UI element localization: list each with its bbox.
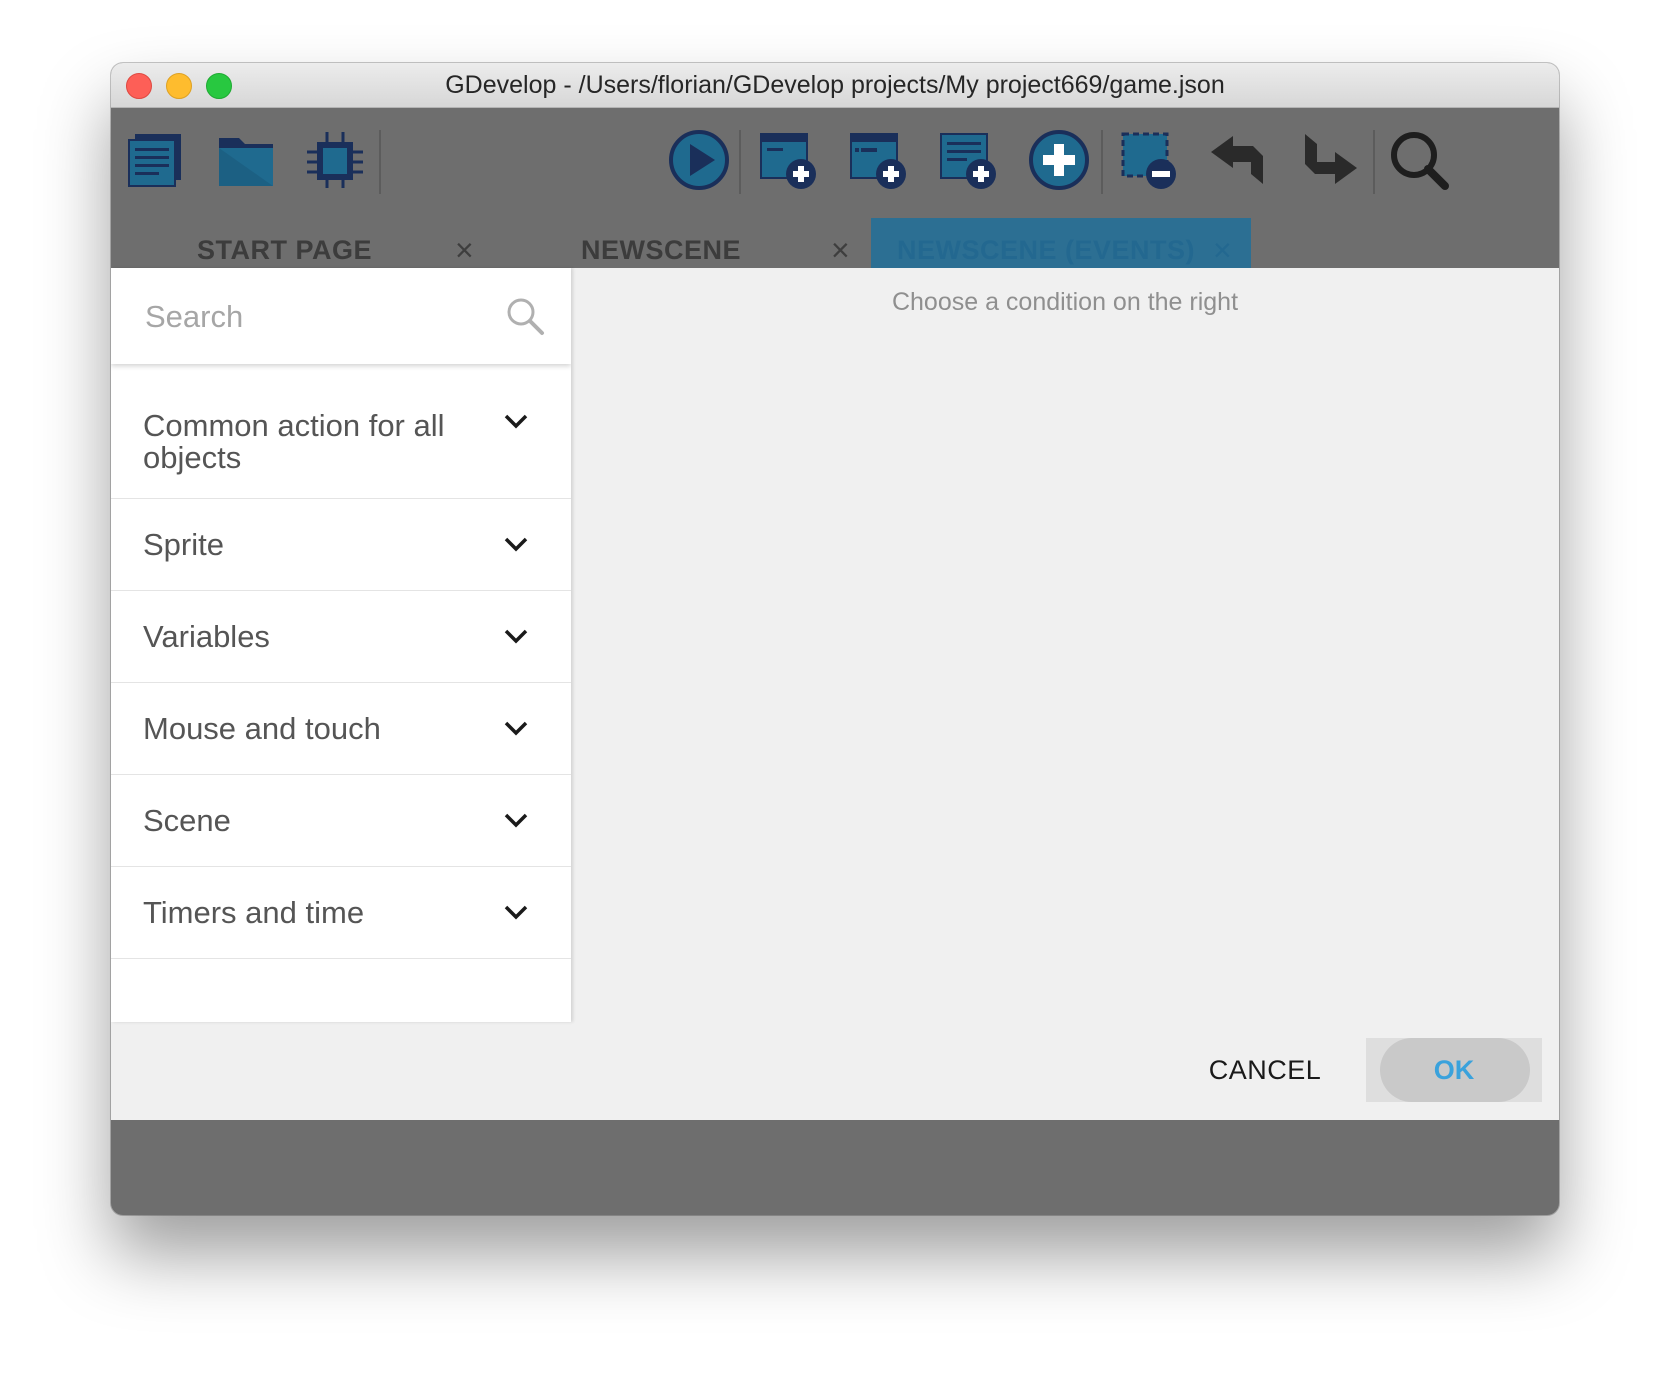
chevron-down-icon: [504, 537, 528, 552]
cancel-button[interactable]: CANCEL: [1201, 1038, 1329, 1102]
category-label: Sprite: [143, 527, 224, 562]
toolbar-separator: [379, 130, 381, 194]
category-sprite[interactable]: Sprite: [111, 499, 571, 591]
category-variables[interactable]: Variables: [111, 591, 571, 683]
ok-button[interactable]: OK: [1366, 1038, 1542, 1102]
toolbar-separator: [1373, 130, 1375, 194]
search-input[interactable]: [143, 292, 497, 342]
preview-play-icon[interactable]: [667, 128, 731, 192]
category-label: Variables: [143, 619, 270, 654]
tab-label: START PAGE: [197, 235, 373, 265]
delete-selection-icon[interactable]: [1117, 128, 1181, 192]
chevron-down-icon: [504, 813, 528, 828]
add-event-icon[interactable]: [757, 128, 821, 192]
category-common-action[interactable]: Common action for all objects: [111, 364, 571, 499]
chevron-down-icon: [504, 905, 528, 920]
project-manager-icon[interactable]: [125, 128, 189, 192]
editor-tabs: START PAGE × NEWSCENE × NEWSCENE (EVENTS…: [111, 218, 1559, 268]
category-timers-and-time[interactable]: Timers and time: [111, 867, 571, 959]
add-sub-event-icon[interactable]: [847, 128, 911, 192]
add-instruction-icon[interactable]: [1027, 128, 1091, 192]
search-box: [111, 268, 571, 364]
open-folder-icon[interactable]: [215, 128, 279, 192]
search-icon[interactable]: [505, 296, 545, 336]
category-mouse-and-touch[interactable]: Mouse and touch: [111, 683, 571, 775]
chevron-down-icon: [504, 629, 528, 644]
undo-icon[interactable]: [1207, 128, 1271, 192]
toolbar-separator: [739, 130, 741, 194]
category-list: Common action for all objects Sprite Var…: [111, 364, 571, 959]
add-comment-icon[interactable]: [937, 128, 1001, 192]
app-window: GDevelop - /Users/florian/GDevelop proje…: [111, 63, 1559, 1215]
tab-close-icon[interactable]: ×: [455, 218, 474, 268]
chevron-down-icon: [504, 414, 528, 429]
ok-button-label: OK: [1433, 1054, 1475, 1085]
tab-newscene-events[interactable]: NEWSCENE (EVENTS) ×: [871, 218, 1251, 268]
condition-dialog: Common action for all objects Sprite Var…: [111, 268, 1559, 1120]
title-bar: GDevelop - /Users/florian/GDevelop proje…: [111, 63, 1559, 108]
tab-label: NEWSCENE (EVENTS): [897, 235, 1196, 265]
tab-close-icon[interactable]: ×: [1213, 218, 1232, 268]
window-title: GDevelop - /Users/florian/GDevelop proje…: [445, 71, 1225, 99]
search-icon[interactable]: [1387, 128, 1451, 192]
category-label: Scene: [143, 803, 231, 838]
tab-close-icon[interactable]: ×: [831, 218, 850, 268]
tab-label: NEWSCENE: [581, 235, 742, 265]
empty-state-hint: Choose a condition on the right: [891, 288, 1239, 316]
chevron-down-icon: [504, 721, 528, 736]
category-label: Common action for all objects: [143, 408, 445, 475]
toolbar-separator: [1101, 130, 1103, 194]
category-label: Mouse and touch: [143, 711, 381, 746]
debugger-icon[interactable]: [303, 128, 367, 192]
category-scene[interactable]: Scene: [111, 775, 571, 867]
tab-start-page[interactable]: START PAGE ×: [111, 218, 481, 268]
instruction-list-panel: Common action for all objects Sprite Var…: [111, 268, 571, 1022]
category-label: Timers and time: [143, 895, 365, 930]
toolbar: [111, 108, 1559, 218]
redo-icon[interactable]: [1297, 128, 1361, 192]
tab-newscene[interactable]: NEWSCENE ×: [481, 218, 861, 268]
